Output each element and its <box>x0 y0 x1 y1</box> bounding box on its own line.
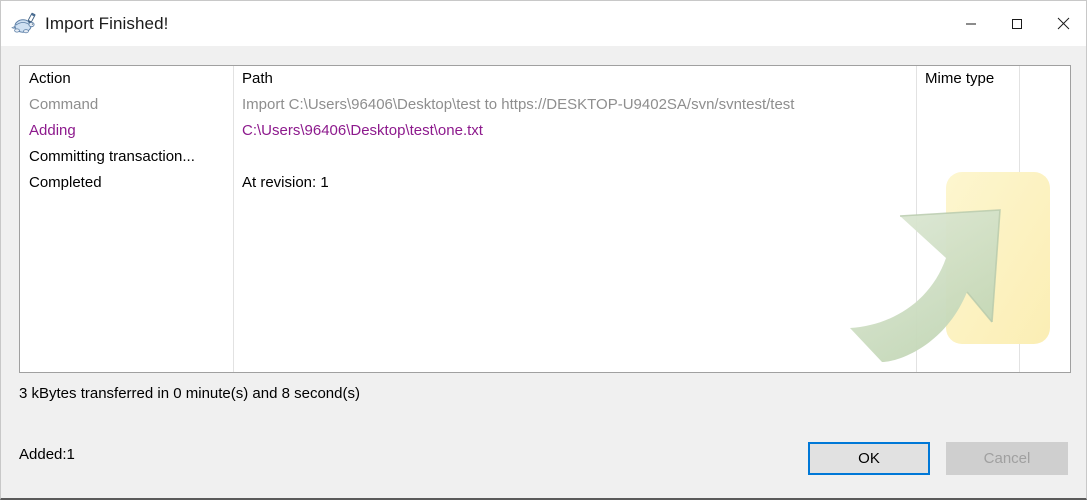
table-row[interactable]: Command Import C:\Users\96406\Desktop\te… <box>20 92 1070 118</box>
log-table: Action Path Mime type Command Import C:\… <box>20 66 1070 196</box>
cell-extra <box>1019 118 1070 144</box>
cell-path: C:\Users\96406\Desktop\test\one.txt <box>242 122 483 139</box>
cell-action: Committing transaction... <box>29 148 195 165</box>
column-header-mime[interactable]: Mime type <box>916 66 1019 92</box>
column-header-extra[interactable] <box>1019 66 1070 92</box>
cell-path <box>233 144 916 170</box>
cell-path: At revision: 1 <box>242 174 329 191</box>
close-icon <box>1057 17 1069 30</box>
table-row[interactable]: Committing transaction... <box>20 144 1070 170</box>
log-table-body: Command Import C:\Users\96406\Desktop\te… <box>20 92 1070 196</box>
minimize-button[interactable] <box>948 1 994 46</box>
cell-mime <box>916 144 1019 170</box>
maximize-icon <box>1012 18 1022 29</box>
tortoisesvn-turtle-icon <box>11 11 37 37</box>
column-header-action[interactable]: Action <box>20 66 233 92</box>
added-status-text: Added:1 <box>19 446 75 463</box>
cell-mime <box>916 170 1019 196</box>
column-header-path[interactable]: Path <box>233 66 916 92</box>
cancel-button: Cancel <box>946 442 1068 475</box>
cell-action: Command <box>29 96 99 113</box>
cell-action: Adding <box>29 122 76 139</box>
cell-action: Completed <box>29 174 102 191</box>
ok-button[interactable]: OK <box>808 442 930 475</box>
title-bar[interactable]: Import Finished! <box>1 1 1086 46</box>
transfer-status-text: 3 kBytes transferred in 0 minute(s) and … <box>19 385 360 402</box>
log-table-header: Action Path Mime type <box>20 66 1070 92</box>
cell-extra <box>1019 170 1070 196</box>
cell-extra <box>1019 92 1070 118</box>
minimize-icon <box>966 23 976 24</box>
maximize-button[interactable] <box>994 1 1040 46</box>
import-log-list[interactable]: Action Path Mime type Command Import C:\… <box>19 65 1071 373</box>
table-row[interactable]: Adding C:\Users\96406\Desktop\test\one.t… <box>20 118 1070 144</box>
table-row[interactable]: Completed At revision: 1 <box>20 170 1070 196</box>
cell-mime <box>916 92 1019 118</box>
cell-mime <box>916 118 1019 144</box>
cell-path: Import C:\Users\96406\Desktop\test to ht… <box>242 96 795 113</box>
window-title: Import Finished! <box>45 13 169 33</box>
window-controls <box>948 1 1086 46</box>
close-button[interactable] <box>1040 1 1086 46</box>
table-header-row: Action Path Mime type <box>20 66 1070 92</box>
cell-extra <box>1019 144 1070 170</box>
import-finished-dialog: Import Finished! Action Path Mime type C… <box>0 0 1087 500</box>
